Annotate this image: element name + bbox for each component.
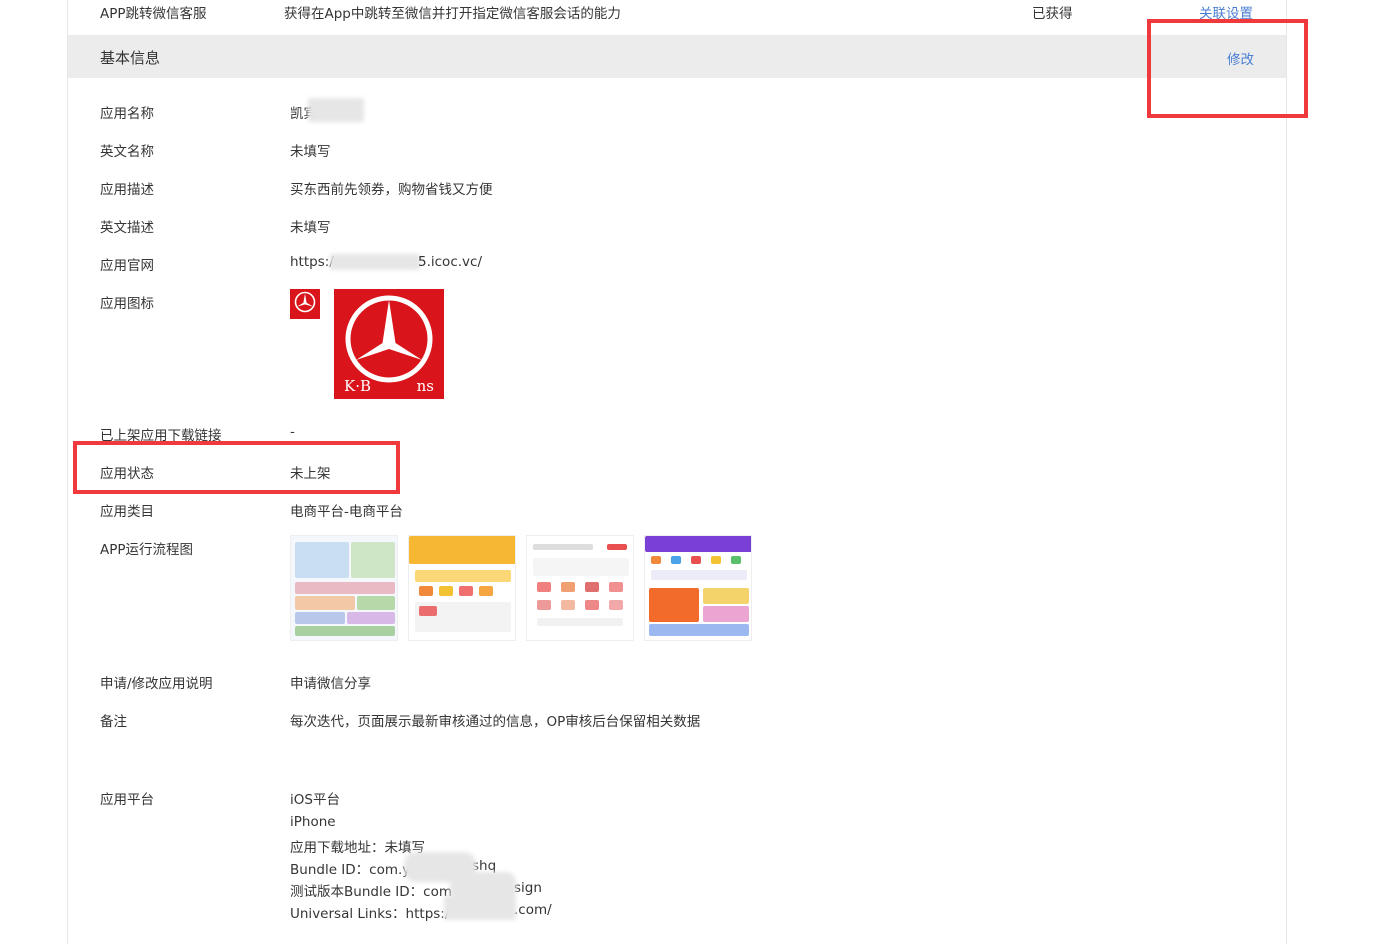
test-bundle-id: 测试版本Bundle ID：com (290, 884, 452, 900)
remark-value: 每次迭代，页面展示最新审核通过的信息，OP审核后台保留相关数据 (290, 714, 701, 730)
section-title: 基本信息 (100, 49, 161, 67)
apply-note-label: 申请/修改应用说明 (100, 676, 213, 692)
download-link-value: - (290, 424, 295, 440)
platform-label: 应用平台 (100, 792, 154, 808)
highlight-status-box (73, 441, 400, 494)
test-bundle-id-tail: sign (514, 880, 542, 896)
icon-brand-right: ns (416, 377, 434, 395)
en-name-value: 未填写 (290, 144, 331, 160)
category-value: 电商平台-电商平台 (290, 504, 403, 520)
remark-label: 备注 (100, 714, 127, 730)
website-suffix: 5.icoc.vc/ (418, 254, 482, 270)
flow-screenshot-2[interactable] (408, 535, 516, 641)
app-name-label: 应用名称 (100, 106, 154, 122)
redaction-blur (308, 98, 364, 122)
universal-links: Universal Links：https:/ (290, 906, 450, 922)
bundle-id: Bundle ID：com.y (290, 862, 411, 878)
apply-note-value: 申请微信分享 (290, 676, 371, 692)
platform-download: 应用下载地址：未填写 (290, 840, 425, 856)
app-icon-small (290, 289, 320, 319)
redaction-blur (444, 896, 516, 920)
flow-screenshot-1[interactable] (290, 535, 398, 641)
platform-device: iPhone (290, 814, 336, 830)
icon-brand-left: K·B (344, 377, 371, 395)
platform-name: iOS平台 (290, 792, 340, 808)
permission-status: 已获得 (1032, 6, 1073, 22)
flow-screenshot-3[interactable] (526, 535, 634, 641)
en-name-label: 英文名称 (100, 144, 154, 160)
redaction-blur (330, 254, 420, 270)
flow-label: APP运行流程图 (100, 542, 194, 558)
en-desc-label: 英文描述 (100, 220, 154, 236)
highlight-edit-box (1147, 19, 1308, 118)
app-desc-value: 买东西前先领券，购物省钱又方便 (290, 182, 493, 198)
section-header: 基本信息 修改 (68, 35, 1286, 78)
permission-name: APP跳转微信客服 (100, 6, 207, 22)
website-label: 应用官网 (100, 258, 154, 274)
flow-screenshot-4[interactable] (644, 535, 752, 641)
en-desc-value: 未填写 (290, 220, 331, 236)
universal-links-tail: .com/ (514, 902, 552, 918)
icon-label: 应用图标 (100, 296, 154, 312)
app-desc-label: 应用描述 (100, 182, 154, 198)
star-logo-icon (294, 291, 316, 313)
permission-desc: 获得在App中跳转至微信并打开指定微信客服会话的能力 (284, 6, 621, 22)
category-label: 应用类目 (100, 504, 154, 520)
website-prefix: https:/ (290, 254, 334, 270)
app-icon-large: K·B ns (334, 289, 444, 399)
